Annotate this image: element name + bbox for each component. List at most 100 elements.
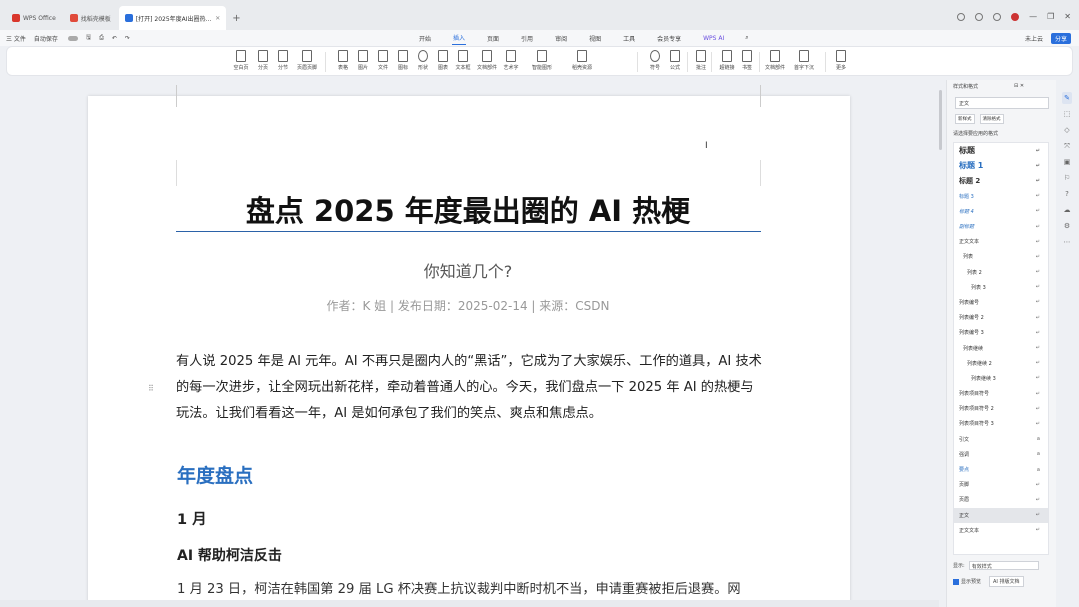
list-item[interactable]: 引文 a <box>954 432 1048 447</box>
shape-button[interactable]: 形状 <box>413 50 433 71</box>
body-paragraph[interactable]: 1 月 23 日，柯洁在韩国第 29 届 LG 杯决赛上抗议裁判中断时机不当，申… <box>177 578 767 597</box>
list-item[interactable]: 副标题 ↵ <box>954 219 1048 234</box>
list-item[interactable]: 强调 a <box>954 447 1048 462</box>
save-icon[interactable]: 🖫 <box>86 33 91 43</box>
list-item[interactable]: 列表项目符号 ↵ <box>954 386 1048 401</box>
list-item[interactable]: 列表编号 3 ↵ <box>954 325 1048 340</box>
cloud-status[interactable]: 未上云 <box>1025 34 1043 43</box>
list-item[interactable]: 标题 3 ↵ <box>954 189 1048 204</box>
dropcap-button[interactable]: 首字下沉 <box>789 50 819 71</box>
minimize-icon[interactable]: — <box>1029 12 1037 21</box>
menu-review[interactable]: 审阅 <box>554 32 568 45</box>
document-subtitle[interactable]: 你知道几个? <box>176 258 760 282</box>
list-item[interactable]: 列表项目符号 3 ↵ <box>954 416 1048 431</box>
table-button[interactable]: 表格 <box>333 50 353 71</box>
autosave-toggle[interactable] <box>67 35 78 41</box>
list-item[interactable]: 正文文本 ↵ <box>954 234 1048 249</box>
wordart-button[interactable]: 艺术字 <box>501 50 521 71</box>
menu-page[interactable]: 页面 <box>486 32 500 45</box>
menu-insert[interactable]: 插入 <box>452 31 467 45</box>
shape-icon[interactable]: ◇ <box>1062 124 1072 136</box>
document-meta[interactable]: 作者：K 姐 | 发布日期：2025-02-14 | 来源：CSDN <box>176 297 760 314</box>
list-item[interactable]: 列表继续 2 ↵ <box>954 356 1048 371</box>
month-heading[interactable]: 1 月 <box>177 508 207 529</box>
bookmark-icon[interactable]: ⚐ <box>1062 172 1072 184</box>
list-item[interactable]: 列表 3 ↵ <box>954 280 1048 295</box>
undo-icon[interactable]: ↶ <box>112 35 117 42</box>
item-heading[interactable]: AI 帮助柯洁反击 <box>177 545 282 565</box>
list-item[interactable]: 要点 a <box>954 462 1048 477</box>
symbol-button[interactable]: 符号 <box>645 50 665 71</box>
document-title[interactable]: 盘点 2025 年度最出圈的 AI 热梗 <box>176 188 760 230</box>
icon-button[interactable]: 图标 <box>393 50 413 71</box>
help-icon[interactable]: ? <box>1062 188 1072 200</box>
menu-tools[interactable]: 工具 <box>622 32 636 45</box>
list-item[interactable]: 列表项目符号 2 ↵ <box>954 401 1048 416</box>
tab-document[interactable]: [打开] 2025年度AI出圈热... ✕ <box>118 6 227 30</box>
pane-close-icon[interactable]: ✕ <box>1020 83 1024 89</box>
docer-resource-button[interactable]: 稻壳资源 <box>567 50 597 71</box>
close-tab-icon[interactable]: ✕ <box>215 15 220 22</box>
menu-wps-ai[interactable]: WPS AI <box>702 33 725 44</box>
list-item[interactable]: 标题 ↵ <box>954 143 1048 158</box>
more-icon[interactable]: ⋯ <box>1062 236 1072 248</box>
style-pane-icon[interactable]: ✎ <box>1062 92 1072 104</box>
list-item[interactable]: 页眉 ↵ <box>954 492 1048 507</box>
preview-checkbox[interactable]: 显示预览 <box>953 578 981 585</box>
image-icon[interactable]: ▣ <box>1062 156 1072 168</box>
bookmark-button[interactable]: 书签 <box>737 50 757 71</box>
list-item[interactable]: 页脚 ↵ <box>954 477 1048 492</box>
restore-icon[interactable]: ❐ <box>1047 12 1054 21</box>
page-break-button[interactable]: 分页 <box>253 50 273 71</box>
redo-icon[interactable]: ↷ <box>125 35 130 42</box>
hyperlink-button[interactable]: 超链接 <box>717 50 737 71</box>
backup-icon[interactable]: ☁ <box>1062 204 1072 216</box>
show-filter-select[interactable]: 有效样式 <box>968 561 1039 570</box>
menu-view[interactable]: 视图 <box>588 32 602 45</box>
blank-page-button[interactable]: 空白页 <box>231 50 251 71</box>
close-icon[interactable]: ✕ <box>1064 12 1071 21</box>
tab-template[interactable]: 找稻壳模板 <box>64 6 117 30</box>
drag-handle-icon[interactable]: ⠿ <box>148 384 154 393</box>
avatar[interactable] <box>1011 12 1020 21</box>
comment-button[interactable]: 批注 <box>691 50 711 71</box>
doc-part2-button[interactable]: 文档部件 <box>765 50 785 71</box>
list-item[interactable]: 标题 4 ↵ <box>954 204 1048 219</box>
menu-reference[interactable]: 引用 <box>520 32 534 45</box>
ai-format-button[interactable]: AI 排版文档 <box>989 576 1024 587</box>
textbox-button[interactable]: 文本框 <box>453 50 473 71</box>
menu-home[interactable]: 开始 <box>418 32 432 45</box>
list-item[interactable]: 正文 ↵ <box>954 507 1048 523</box>
list-item[interactable]: 列表继续 3 ↵ <box>954 371 1048 386</box>
select-icon[interactable]: ⬚ <box>1062 108 1072 120</box>
intro-paragraph[interactable]: 有人说 2025 年是 AI 元年。AI 不再只是圈内人的“黑话”，它成为了大家… <box>176 349 764 427</box>
list-item[interactable]: 列表编号 ↵ <box>954 295 1048 310</box>
new-style-button[interactable]: 新样式 <box>955 114 975 124</box>
vertical-scrollbar[interactable] <box>938 80 943 600</box>
clear-format-button[interactable]: 清除格式 <box>979 114 1004 124</box>
pane-pin-icon[interactable]: ⊟ <box>1014 83 1018 89</box>
section-heading[interactable]: 年度盘点 <box>177 461 253 488</box>
window-icon[interactable] <box>975 12 984 21</box>
list-item[interactable]: 列表 ↵ <box>954 249 1048 264</box>
list-item[interactable]: 列表编号 2 ↵ <box>954 310 1048 325</box>
settings-icon[interactable] <box>957 12 966 21</box>
list-item[interactable]: 列表 2 ↵ <box>954 265 1048 280</box>
header-footer-button[interactable]: 页眉页脚 <box>297 50 317 71</box>
file-button[interactable]: 文件 <box>373 50 393 71</box>
print-icon[interactable]: ⎙ <box>99 34 104 42</box>
current-style-select[interactable]: 正文 <box>955 97 1049 109</box>
menu-member[interactable]: 会员专享 <box>656 32 682 45</box>
search-icon[interactable]: ⌕ <box>745 34 748 42</box>
list-item[interactable]: 正文文本 ↵ <box>954 523 1048 538</box>
chart-button[interactable]: 图表 <box>433 50 453 71</box>
document-canvas[interactable] <box>0 78 939 607</box>
doc-part-button[interactable]: 文档部件 <box>477 50 497 71</box>
skin-icon[interactable] <box>993 12 1002 21</box>
tools-icon[interactable]: ⚙ <box>1062 220 1072 232</box>
tab-wps-office[interactable]: WPS Office <box>6 6 62 30</box>
equation-button[interactable]: 公式 <box>665 50 685 71</box>
share-button[interactable]: 分享 <box>1050 32 1071 44</box>
list-item[interactable]: 标题 1 ↵ <box>954 158 1048 173</box>
picture-button[interactable]: 图片 <box>353 50 373 71</box>
